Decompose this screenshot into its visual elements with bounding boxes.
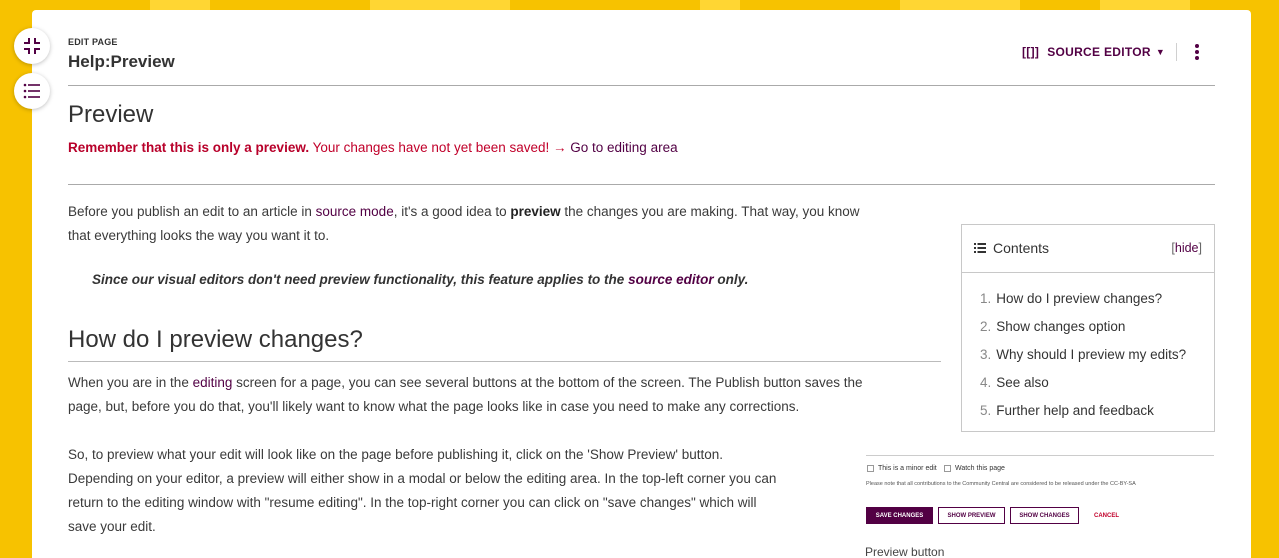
source-editor-icon: [[]]: [1022, 45, 1040, 59]
collapse-icon: [24, 38, 40, 54]
preview-notice: Remember that this is only a preview. Yo…: [68, 140, 678, 155]
page-title: Help:Preview: [68, 52, 175, 71]
figure-caption: Preview button: [865, 545, 945, 558]
more-options-button[interactable]: [1190, 42, 1204, 62]
kebab-dot-icon: [1195, 44, 1199, 48]
p2-text: screen for a page, you can see several b…: [232, 375, 863, 390]
minor-edit-checkbox: This is a minor edit: [867, 465, 937, 472]
toc-header: Contents [hide]: [962, 225, 1214, 273]
source-editor-link[interactable]: source editor: [628, 272, 714, 287]
p3-line: save your edit.: [68, 519, 156, 534]
watch-page-label: Watch this page: [955, 465, 1005, 472]
toc-hide-link[interactable]: hide: [1175, 241, 1199, 255]
toc-item-label: How do I preview changes?: [996, 291, 1163, 306]
p3-line: return to the editing window with "resum…: [68, 495, 757, 510]
intro-paragraph: Before you publish an edit to an article…: [68, 200, 948, 248]
intro-text: the changes you are making. That way, yo…: [560, 204, 860, 219]
toc-list: 1. How do I preview changes? 2. Show chang…: [980, 285, 1186, 425]
toc-item-number: 2.: [980, 319, 992, 334]
toc-hide-toggle[interactable]: [hide]: [1171, 241, 1202, 255]
preview-instructions-paragraph: So, to preview what your edit will look …: [68, 443, 858, 539]
visual-editor-note: Since our visual editors don't need prev…: [92, 272, 748, 287]
toc-bracket: ]: [1198, 241, 1202, 255]
toc-item-label: See also: [996, 375, 1049, 390]
figure-show-preview-button: SHOW PREVIEW: [938, 507, 1005, 524]
toc-item-number: 5.: [980, 403, 992, 418]
toc-item-number: 3.: [980, 347, 992, 362]
edit-page-label: EDIT PAGE: [68, 37, 118, 47]
p2-text: When you are in the: [68, 375, 193, 390]
watch-page-checkbox: Watch this page: [944, 465, 1005, 472]
toc-item-label: Why should I preview my edits?: [996, 347, 1187, 362]
intro-bold: preview: [510, 204, 561, 219]
preview-heading: Preview: [68, 101, 154, 128]
notice-bold: Remember that this is only a preview.: [68, 140, 310, 155]
content-panel: EDIT PAGE Help:Preview [[]] SOURCE EDITO…: [32, 10, 1251, 558]
header-divider-line: [68, 85, 1215, 86]
toc-item-label: Further help and feedback: [996, 403, 1154, 418]
source-mode-link[interactable]: source mode: [316, 204, 394, 219]
figure-divider: [866, 455, 1214, 456]
toc-item[interactable]: 2. Show changes option: [980, 313, 1186, 341]
list-icon: [974, 243, 986, 253]
toc-item[interactable]: 4. See also: [980, 369, 1186, 397]
kebab-dot-icon: [1195, 56, 1199, 60]
p2-text: page, but, before you do that, you'll li…: [68, 399, 800, 414]
figure-disclaimer: Please note that all contributions to th…: [866, 481, 1136, 487]
toc-item[interactable]: 1. How do I preview changes?: [980, 285, 1186, 313]
minor-edit-label: This is a minor edit: [878, 465, 937, 472]
table-of-contents-icon: [23, 83, 40, 99]
toc-item-number: 1.: [980, 291, 992, 306]
notice-text: Your changes have not yet been saved! →: [309, 140, 571, 155]
note-text: only.: [713, 272, 749, 287]
editing-link[interactable]: editing: [193, 375, 233, 390]
intro-text: that everything looks the way you want i…: [68, 228, 330, 243]
toc-item-label: Show changes option: [996, 319, 1126, 334]
checkbox-icon: [867, 465, 874, 472]
preview-button-figure: This is a minor edit Watch this page Ple…: [866, 455, 1222, 547]
p3-line: Depending on your editor, a preview will…: [68, 471, 777, 486]
figure-save-changes-button: SAVE CHANGES: [866, 507, 933, 524]
collapse-button[interactable]: [14, 28, 50, 64]
figure-show-changes-button: SHOW CHANGES: [1010, 507, 1079, 524]
intro-text: , it's a good idea to: [393, 204, 511, 219]
toc-title: Contents: [993, 240, 1050, 256]
p3-line: So, to preview what your edit will look …: [68, 447, 724, 462]
caret-down-icon: ▼: [1155, 47, 1166, 57]
table-of-contents-button[interactable]: [14, 73, 50, 109]
table-of-contents: Contents [hide] 1. How do I preview chang…: [961, 224, 1215, 432]
source-editor-dropdown[interactable]: [[]] SOURCE EDITOR ▼: [1022, 44, 1165, 60]
editing-paragraph: When you are in the editing screen for a…: [68, 371, 948, 419]
kebab-dot-icon: [1195, 50, 1199, 54]
section-heading: How do I preview changes?: [68, 326, 363, 353]
checkbox-icon: [944, 465, 951, 472]
header-divider: [1176, 43, 1177, 61]
source-editor-label: SOURCE EDITOR: [1047, 45, 1151, 59]
figure-cancel-button: CANCEL: [1094, 512, 1119, 519]
note-text: Since our visual editors don't need prev…: [92, 272, 629, 287]
intro-text: Before you publish an edit to an article…: [68, 204, 316, 219]
section-divider-line: [68, 361, 941, 362]
toc-item[interactable]: 5. Further help and feedback: [980, 397, 1186, 425]
toc-item-number: 4.: [980, 375, 992, 390]
go-to-editing-link[interactable]: Go to editing area: [570, 140, 677, 155]
toc-item[interactable]: 3. Why should I preview my edits?: [980, 341, 1186, 369]
preview-divider-line: [68, 184, 1215, 185]
